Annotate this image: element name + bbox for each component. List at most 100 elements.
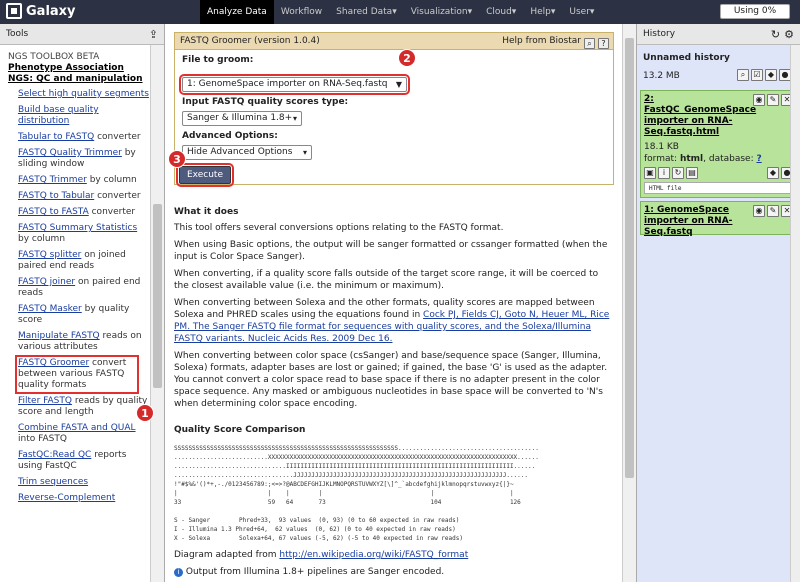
tool-link[interactable]: FASTQ Summary Statistics xyxy=(18,223,137,233)
nav-visualization[interactable]: Visualization▾ xyxy=(404,0,479,24)
dataset-size: 18.1 KB xyxy=(644,142,679,152)
tool-item[interactable]: FASTQ to Tabular converter xyxy=(18,191,150,202)
tool-description: converter xyxy=(91,207,136,217)
quality-type-select[interactable]: Sanger & Illumina 1.8+ ▾ xyxy=(182,111,302,126)
help-from-biostar-link[interactable]: Help from Biostar xyxy=(502,33,581,50)
tool-link[interactable]: FASTQ Masker xyxy=(18,304,82,314)
info-icon: i xyxy=(174,568,183,577)
execute-button[interactable]: Execute xyxy=(176,163,234,187)
tag-icon[interactable]: ◆ xyxy=(765,69,777,81)
usage-meter: Using 0% xyxy=(720,4,790,19)
help-paragraph: When converting, if a quality score fall… xyxy=(174,269,599,291)
tool-link[interactable]: FASTQ Groomer xyxy=(18,358,89,368)
tool-item[interactable]: FASTQ Trimmer by column xyxy=(18,175,150,186)
gear-icon[interactable]: ⚙ xyxy=(784,28,794,41)
info-note: i Output from Illumina 1.8+ pipelines ar… xyxy=(174,566,614,578)
history-dataset[interactable]: 2: FastQC_GenomeSpace importer on RNA-Se… xyxy=(640,90,797,198)
refresh-icon[interactable]: ↻ xyxy=(771,28,780,41)
tool-item[interactable]: Trim sequences xyxy=(18,477,150,488)
file-to-groom-value: 1: GenomeSpace importer on RNA-Seq.fastq xyxy=(187,79,388,89)
tool-link[interactable]: Filter FASTQ xyxy=(18,396,72,406)
tool-item[interactable]: FASTQ to FASTA converter xyxy=(18,207,150,218)
tool-item[interactable]: Tabular to FASTQ converter xyxy=(18,132,150,143)
tool-item[interactable]: Select high quality segments xyxy=(18,89,150,100)
tool-link[interactable]: FASTQ splitter xyxy=(18,250,81,260)
step-badge-3: 3 xyxy=(168,150,186,168)
tool-item[interactable]: Reverse-Complement xyxy=(18,493,150,504)
galaxy-logo[interactable]: Galaxy xyxy=(6,3,76,19)
eye-icon[interactable]: ◉ xyxy=(753,94,765,106)
pencil-icon[interactable]: ✎ xyxy=(767,94,779,106)
tool-link[interactable]: Select high quality segments xyxy=(18,89,149,99)
tool-item[interactable]: Filter FASTQ reads by quality score and … xyxy=(18,396,150,418)
tool-link[interactable]: Combine FASTA and QUAL xyxy=(18,423,136,433)
help-paragraph: This tool offers several conversions opt… xyxy=(174,223,504,233)
tool-link[interactable]: Trim sequences xyxy=(18,477,88,487)
dataset-database[interactable]: ? xyxy=(757,154,762,164)
tool-item[interactable]: FASTQ Summary Statistics by column xyxy=(18,223,150,245)
tool-link[interactable]: FASTQ Quality Trimmer xyxy=(18,148,122,158)
tools-scrollbar[interactable] xyxy=(150,45,164,582)
tool-link[interactable]: Build base quality distribution xyxy=(18,105,99,126)
tool-link[interactable]: FASTQ to FASTA xyxy=(18,207,89,217)
tool-item[interactable]: FASTQ Groomer convert between various FA… xyxy=(15,355,139,394)
dataset-title[interactable]: 1: GenomeSpace importer on RNA-Seq.fastq xyxy=(644,205,754,238)
brand-name: Galaxy xyxy=(26,3,76,19)
nav-user[interactable]: User▾ xyxy=(562,0,601,24)
info-note-text: Output from Illumina 1.8+ pipelines are … xyxy=(185,567,445,577)
section-phenotype-association[interactable]: Phenotype Association xyxy=(8,63,150,73)
tool-form: FASTQ Groomer (version 1.0.4) Help from … xyxy=(174,32,614,185)
tool-item[interactable]: FASTQ Quality Trimmer by sliding window xyxy=(18,148,150,170)
tool-link[interactable]: Reverse-Complement xyxy=(18,493,115,503)
tool-link[interactable]: FASTQ joiner xyxy=(18,277,75,287)
nav-help[interactable]: Help▾ xyxy=(523,0,562,24)
dataset-tools: ▣ i ↻ ▤ ◆ ● xyxy=(644,167,793,179)
help-paragraph: When converting between color space (csS… xyxy=(174,351,608,409)
file-to-groom-select[interactable]: 1: GenomeSpace importer on RNA-Seq.fastq… xyxy=(179,74,410,95)
dataset-peek: HTML file xyxy=(644,182,793,194)
nav-workflow[interactable]: Workflow xyxy=(274,0,329,24)
tool-description: into FASTQ xyxy=(18,434,67,444)
history-panel-header: History ↻ ⚙ xyxy=(637,24,800,45)
advanced-options-select[interactable]: Hide Advanced Options ▾ xyxy=(182,145,312,160)
tool-title: FASTQ Groomer (version 1.0.4) xyxy=(180,36,320,46)
tool-item[interactable]: FASTQ splitter on joined paired end read… xyxy=(18,250,150,272)
question-icon[interactable]: ? xyxy=(598,37,609,49)
history-actions: ⌕ ☑ ◆ ● xyxy=(737,69,791,81)
tool-link[interactable]: Manipulate FASTQ xyxy=(18,331,100,341)
history-name[interactable]: Unnamed history xyxy=(643,53,800,63)
tool-link[interactable]: FASTQ Trimmer xyxy=(18,175,87,185)
tool-item[interactable]: Manipulate FASTQ reads on various attrib… xyxy=(18,331,150,353)
center-scrollbar[interactable] xyxy=(622,24,636,582)
history-scrollbar[interactable] xyxy=(790,45,800,582)
eye-icon[interactable]: ◉ xyxy=(753,205,765,217)
chevron-down-icon: ▼ xyxy=(395,80,402,89)
search-icon[interactable]: ⌕ xyxy=(584,37,595,49)
save-icon[interactable]: ▣ xyxy=(644,167,656,179)
rerun-icon[interactable]: ↻ xyxy=(672,167,684,179)
search-icon[interactable]: ⌕ xyxy=(737,69,749,81)
nav-shared-data[interactable]: Shared Data▾ xyxy=(329,0,404,24)
pencil-icon[interactable]: ✎ xyxy=(767,205,779,217)
file-to-groom-label: File to groom: xyxy=(182,55,254,65)
section-ngs-qc[interactable]: NGS: QC and manipulation xyxy=(8,74,150,84)
tool-item[interactable]: Build base quality distribution xyxy=(18,105,150,127)
tool-item[interactable]: FastQC:Read QC reports using FastQC xyxy=(18,450,150,472)
nav-analyze-data[interactable]: Analyze Data xyxy=(200,0,274,24)
tool-link[interactable]: FASTQ to Tabular xyxy=(18,191,94,201)
nav-cloud[interactable]: Cloud▾ xyxy=(479,0,523,24)
tool-item[interactable]: Combine FASTA and QUAL into FASTQ xyxy=(18,423,150,445)
tool-link[interactable]: Tabular to FASTQ xyxy=(18,132,94,142)
visualize-icon[interactable]: ▤ xyxy=(686,167,698,179)
tool-item[interactable]: FASTQ joiner on paired end reads xyxy=(18,277,150,299)
tool-link[interactable]: FastQC:Read QC xyxy=(18,450,91,460)
upload-icon[interactable]: ⇪ xyxy=(149,28,158,41)
history-dataset[interactable]: 1: GenomeSpace importer on RNA-Seq.fastq… xyxy=(640,201,797,238)
tag-icon[interactable]: ◆ xyxy=(767,167,779,179)
tools-panel-header: Tools ⇪ xyxy=(0,24,164,45)
checkbox-icon[interactable]: ☑ xyxy=(751,69,763,81)
dataset-title[interactable]: 2: FastQC_GenomeSpace importer on RNA-Se… xyxy=(644,94,756,138)
info-icon[interactable]: i xyxy=(658,167,670,179)
tool-item[interactable]: FASTQ Masker by quality score xyxy=(18,304,150,326)
wikipedia-link[interactable]: http://en.wikipedia.org/wiki/FASTQ_forma… xyxy=(279,550,468,560)
